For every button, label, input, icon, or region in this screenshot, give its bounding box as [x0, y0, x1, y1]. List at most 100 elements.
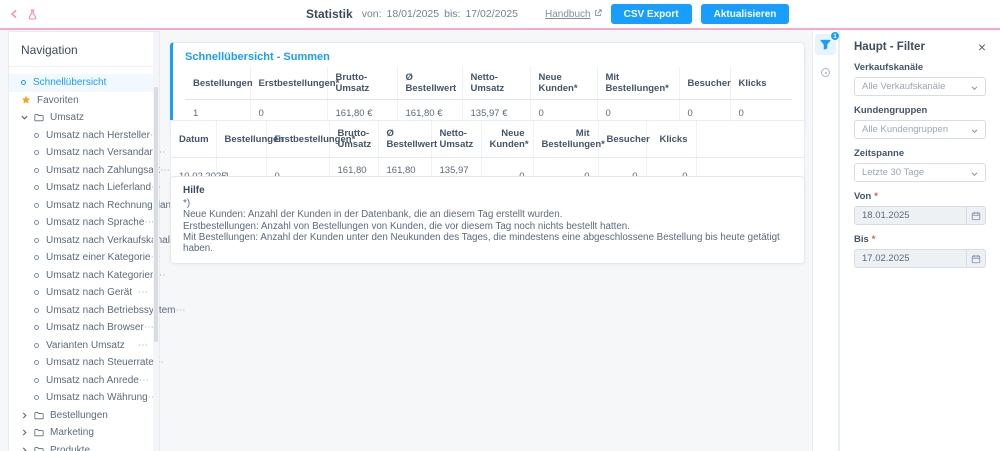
chevron-down-icon	[971, 164, 978, 182]
calendar-icon[interactable]	[966, 250, 985, 267]
sidebar-item-umsatz-report[interactable]: Umsatz nach Kategorien ⋯	[9, 267, 166, 285]
filter-select[interactable]: Alle Kundengruppen	[854, 120, 986, 139]
date-value: 17.02.2025	[862, 253, 910, 264]
summary-card-title: Schnellübersicht - Summen	[185, 51, 330, 63]
report-bullet-icon	[34, 307, 39, 313]
filter-select-group: Zeitspanne Letzte 30 Tage	[854, 148, 986, 182]
context-menu-icon[interactable]: ⋯	[138, 340, 149, 351]
sidebar-item-umsatz-report[interactable]: Umsatz nach Versandart ⋯	[9, 144, 166, 162]
close-icon[interactable]: ×	[978, 40, 986, 54]
filter-select-group: Kundengruppen Alle Kundengruppen	[854, 105, 986, 139]
required-asterisk: *	[874, 191, 878, 202]
back-chevron-icon[interactable]	[10, 9, 18, 19]
sidebar-item-umsatz-report[interactable]: Umsatz nach Verkaufskanal ⋯	[9, 232, 180, 250]
date-range-text: von: 18/01/2025 bis: 17/02/2025	[361, 8, 519, 20]
filter-date-group: Bis * 17.02.2025	[854, 234, 986, 268]
folder-icon	[34, 428, 44, 437]
filter-field-label: Zeitspanne	[854, 148, 905, 159]
sidebar-item-umsatz-report[interactable]: Umsatz nach Hersteller ⋯	[9, 127, 160, 145]
select-value: Letzte 30 Tage	[862, 167, 925, 178]
sidebar-folder-umsatz[interactable]: Umsatz	[9, 109, 159, 127]
report-bullet-icon	[34, 272, 39, 278]
required-asterisk: *	[871, 234, 876, 245]
sidebar-item-umsatz-report[interactable]: Umsatz nach Rechnungsland ⋯	[9, 197, 187, 215]
sidebar-item-umsatz-report[interactable]: Umsatz nach Anrede ⋯	[9, 372, 159, 390]
page-title: Statistik	[306, 7, 353, 21]
sidebar-scrollbar	[153, 32, 159, 451]
column-header: Ø Bestellwert	[377, 121, 437, 158]
filter-field-label: Kundengruppen	[854, 105, 928, 116]
sidebar-item-umsatz-report[interactable]: Umsatz nach Lieferland ⋯	[9, 179, 161, 197]
handbuch-link[interactable]: Handbuch	[545, 9, 602, 20]
star-icon	[21, 95, 31, 105]
sidebar-item-umsatz-report[interactable]: Umsatz nach Steuerrate ⋯	[9, 354, 164, 372]
sidebar-item-umsatz-report[interactable]: Umsatz nach Sprache ⋯	[9, 214, 159, 232]
column-header: Besucher	[597, 121, 650, 158]
sidebar-item-schnelluebersicht[interactable]: Schnellübersicht	[9, 74, 159, 92]
report-bullet-icon	[34, 342, 39, 348]
sidebar-item-umsatz-report[interactable]: Umsatz nach Betriebssystem ⋯	[9, 302, 186, 320]
sidebar-item-umsatz-report[interactable]: Umsatz einer Kategorie ⋯	[9, 249, 161, 267]
context-menu-icon[interactable]: ⋯	[176, 305, 187, 316]
sidebar-item-favoriten[interactable]: Favoriten	[9, 92, 159, 110]
report-bullet-icon	[34, 237, 39, 243]
filter-icon-strip: 1	[812, 31, 840, 451]
sidebar-item-umsatz-report[interactable]: Umsatz nach Browser ⋯	[9, 319, 159, 337]
column-header: Klicks	[645, 121, 696, 158]
column-header: Netto-Umsatz	[461, 67, 530, 100]
folder-open-icon	[34, 113, 44, 122]
select-value: Alle Verkaufskanäle	[862, 81, 946, 92]
flask-icon[interactable]	[28, 8, 37, 20]
chevron-right-icon	[21, 447, 28, 451]
report-bullet-icon	[34, 167, 39, 173]
sidebar-heading: Navigation	[9, 32, 159, 67]
help-line: Erstbestellungen: Anzahl von Bestellunge…	[183, 220, 630, 232]
filter-select[interactable]: Letzte 30 Tage	[854, 163, 986, 182]
column-header: Ø Bestellwert	[396, 67, 462, 100]
date-input[interactable]: 18.01.2025	[854, 206, 986, 225]
report-bullet-icon	[34, 395, 39, 401]
filter-funnel-icon[interactable]: 1	[815, 31, 840, 55]
column-header: Mit Bestellungen*	[596, 67, 679, 100]
chevron-right-icon	[21, 412, 28, 419]
sidebar-item-umsatz-report[interactable]: Umsatz nach Gerät ⋯	[9, 284, 159, 302]
aktualisieren-button[interactable]: Aktualisieren	[700, 4, 790, 24]
report-bullet-icon	[34, 202, 39, 208]
calendar-icon[interactable]	[966, 207, 985, 224]
column-header: Klicks	[729, 67, 792, 100]
sidebar-folder[interactable]: Produkte	[9, 442, 159, 451]
select-value: Alle Kundengruppen	[862, 124, 949, 135]
context-menu-icon[interactable]: ⋯	[138, 287, 149, 298]
report-bullet-icon	[34, 150, 39, 156]
filter-field-label: Von *	[854, 191, 878, 202]
scrollbar-thumb[interactable]	[154, 87, 158, 342]
help-title: Hilfe	[183, 185, 205, 196]
context-menu-icon[interactable]: ⋯	[139, 375, 150, 386]
sidebar-item-umsatz-report[interactable]: Varianten Umsatz ⋯	[9, 337, 159, 355]
sidebar-folder[interactable]: Marketing	[9, 424, 159, 442]
help-line: *)	[183, 198, 191, 209]
csv-export-button[interactable]: CSV Export	[610, 4, 692, 24]
secondary-filter-icon[interactable]	[821, 68, 830, 77]
navigation-sidebar: Navigation Schnellübersicht Favoriten Um…	[8, 31, 187, 451]
report-bullet-icon	[34, 132, 39, 138]
report-bullet-icon	[21, 80, 26, 86]
report-bullet-icon	[34, 360, 39, 366]
sidebar-item-umsatz-report[interactable]: Umsatz nach Zahlungsart ⋯	[9, 162, 170, 180]
help-card: Hilfe *) Neue Kunden: Anzahl der Kunden …	[170, 176, 805, 265]
external-link-icon	[594, 8, 602, 20]
column-header: Erstbestellungen*	[249, 67, 339, 100]
chevron-down-icon	[971, 78, 978, 96]
top-bar: Statistik von: 18/01/2025 bis: 17/02/202…	[0, 0, 1000, 30]
column-header: Brutto-Umsatz	[326, 67, 397, 100]
haupt-filter-panel: Haupt - Filter × Verkaufskanäle Alle Ver…	[839, 31, 1000, 451]
sidebar-item-umsatz-report[interactable]: Umsatz nach Währung ⋯	[9, 389, 159, 407]
filter-select[interactable]: Alle Verkaufskanäle	[854, 77, 986, 96]
daily-header-row: Datum Bestellungen Erstbestellungen* Brutto…	[171, 121, 804, 158]
filter-field-label: Bis *	[854, 234, 876, 245]
filter-date-group: Von * 18.01.2025	[854, 191, 986, 225]
date-input[interactable]: 17.02.2025	[854, 249, 986, 268]
filter-field-label: Verkaufskanäle	[854, 62, 924, 73]
filter-panel-title: Haupt - Filter	[854, 41, 925, 53]
sidebar-folder[interactable]: Bestellungen	[9, 407, 159, 425]
